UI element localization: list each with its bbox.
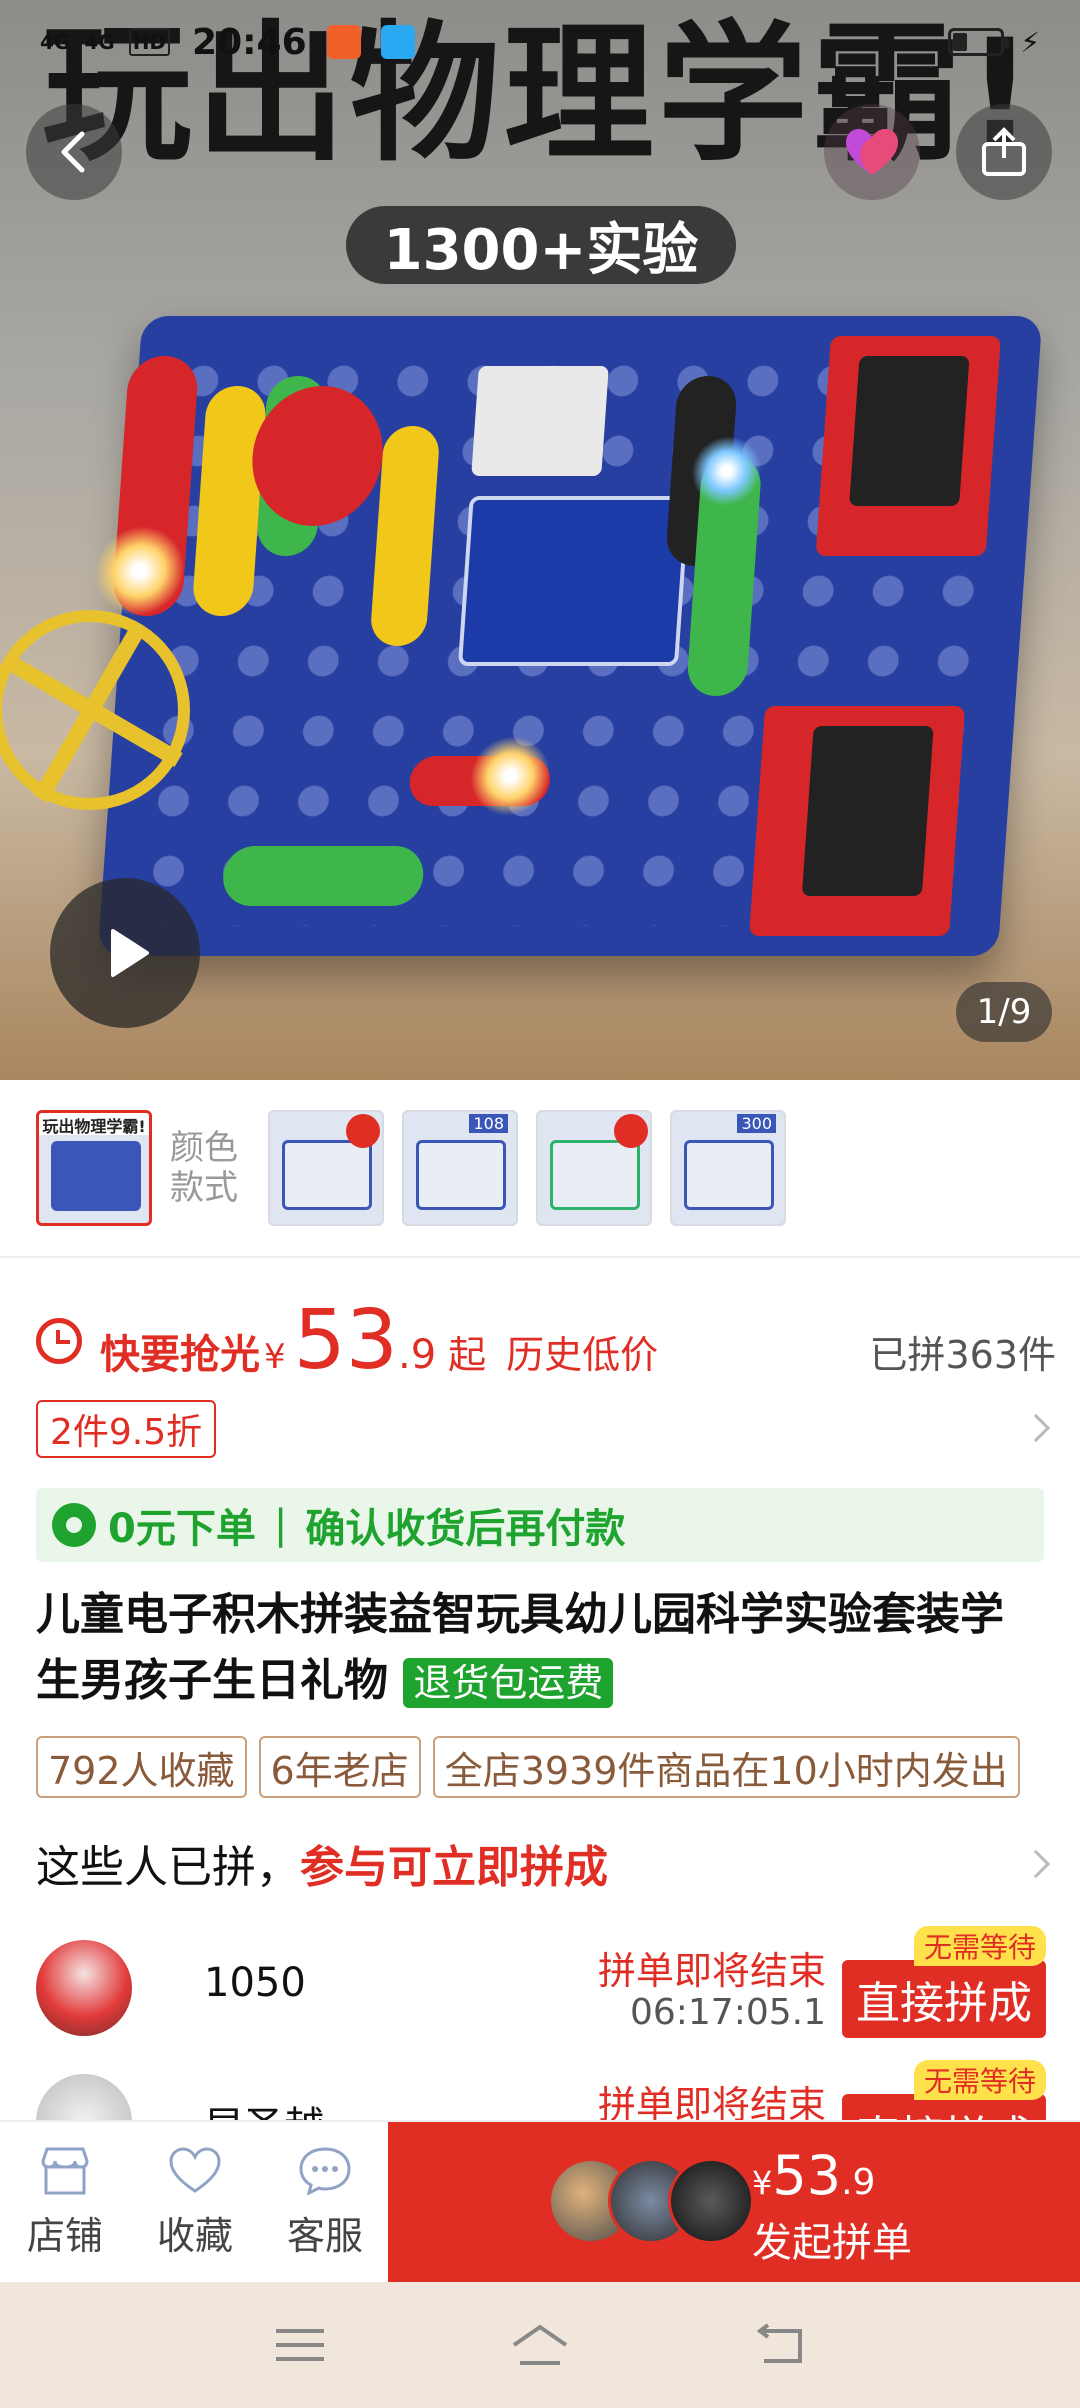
color-style-text: 颜色 款式	[170, 1128, 238, 1208]
thumbnail-count: 300	[737, 1114, 776, 1133]
group-buy-row: 1050 拼单即将结束 06:17:05.1 直接拼成 无需等待	[36, 1926, 1046, 2050]
back-nav-icon[interactable]	[750, 2323, 810, 2367]
no-wait-badge: 无需等待	[913, 1926, 1046, 1966]
favorite-button[interactable]	[824, 104, 920, 200]
group-buy-highlight: 参与可立即拼成	[300, 1842, 608, 1893]
image-pager: 1/9	[956, 982, 1052, 1042]
no-wait-badge: 无需等待	[913, 2060, 1046, 2100]
cta-integer: 53	[772, 2144, 842, 2207]
cta-label: 发起拼单	[752, 2220, 912, 2266]
notification-app-icon	[326, 25, 361, 59]
network-indicator-2: 4G	[84, 30, 115, 54]
price-currency: ¥	[264, 1337, 286, 1377]
free-return-tag: 退货包运费	[403, 1658, 614, 1708]
sku-thumbnail[interactable]: 玩出物理学霸!	[36, 1110, 152, 1226]
thumbnail-caption: 玩出物理学霸!	[39, 1113, 149, 1136]
product-page: 4G 4G HD 20:46 ⚡ 玩出物理学霸! 1300+实验 1/9 玩出物…	[0, 0, 1080, 2408]
cta-price: ¥53.9	[752, 2144, 875, 2207]
group-status: 拼单即将结束	[597, 1949, 826, 1993]
play-icon	[111, 929, 149, 977]
zero-order-label: 0元下单	[108, 1506, 256, 1552]
charging-icon: ⚡	[1020, 25, 1040, 59]
sku-thumbnail-strip: 玩出物理学霸! 颜色 款式 108 300	[0, 1080, 1080, 1258]
sold-count: 已拼363件	[869, 1333, 1056, 1377]
avatar	[36, 1940, 132, 2036]
divider: |	[273, 1502, 288, 1548]
heart-icon	[846, 129, 898, 175]
bottom-action-bar: 店铺 收藏 客服 ¥53.9 发起拼单	[0, 2120, 1080, 2282]
group-buy-header[interactable]: 这些人已拼， 参与可立即拼成	[36, 1828, 1046, 1898]
sku-thumbnail[interactable]	[536, 1110, 652, 1226]
price-integer: 53	[293, 1293, 398, 1388]
system-navigation-bar	[0, 2282, 1080, 2408]
cta-decimal: .9	[841, 2162, 876, 2203]
circuit-board-illustration	[91, 316, 1043, 956]
participant-avatars	[548, 2158, 754, 2244]
notification-app-icon	[380, 25, 415, 59]
hurry-label: 快要抢光	[100, 1332, 260, 1378]
product-image-carousel[interactable]: 4G 4G HD 20:46 ⚡ 玩出物理学霸! 1300+实验 1/9	[0, 0, 1080, 1080]
share-button[interactable]	[956, 104, 1052, 200]
shop-button[interactable]: 店铺	[0, 2122, 130, 2282]
color-style-label[interactable]: 颜色 款式	[170, 1128, 250, 1208]
zero-order-banner: 0元下单 | 确认收货后再付款	[36, 1488, 1044, 1562]
price-decimal: .9	[397, 1332, 437, 1378]
cta-currency: ¥	[752, 2164, 773, 2202]
sku-thumbnail[interactable]	[268, 1110, 384, 1226]
customer-service-button[interactable]: 客服	[260, 2122, 390, 2282]
group-countdown: 06:17:05.1	[629, 1992, 826, 2033]
group-buy-title: 这些人已拼，	[36, 1842, 300, 1893]
hero-badge: 1300+实验	[346, 206, 736, 284]
menu-icon[interactable]	[270, 2323, 330, 2367]
alarm-clock-icon	[36, 1318, 82, 1364]
heart-outline-icon	[169, 2146, 221, 2193]
back-button[interactable]	[26, 104, 122, 200]
sku-thumbnail[interactable]: 108	[402, 1110, 518, 1226]
favorites-chip: 792人收藏	[36, 1736, 247, 1798]
chat-bubble-icon	[299, 2146, 351, 2195]
avatar	[668, 2158, 754, 2244]
favorite-label: 收藏	[156, 2213, 233, 2258]
hd-indicator: HD	[128, 28, 171, 56]
clock: 20:46	[192, 21, 307, 63]
chevron-right-icon[interactable]	[1021, 1413, 1051, 1443]
sku-thumbnail[interactable]: 300	[670, 1110, 786, 1226]
thumbnail-count: 108	[469, 1114, 508, 1133]
pay-after-receipt-label: 确认收货后再付款	[305, 1506, 626, 1552]
hot-icon	[614, 1114, 648, 1148]
network-indicator-1: 4G	[40, 30, 71, 54]
historical-low-label: 历史低价	[506, 1333, 659, 1377]
badge-check-icon	[52, 1503, 96, 1547]
favorite-item-button[interactable]: 收藏	[130, 2122, 260, 2282]
home-icon[interactable]	[510, 2323, 570, 2367]
group-user-name: 1050	[204, 1960, 306, 2006]
price-row: 快要抢光 ¥ 53 .9 起 历史低价 已拼363件	[36, 1296, 1056, 1386]
play-video-button[interactable]	[50, 878, 200, 1028]
store-icon	[41, 2147, 89, 2194]
battery-icon	[948, 28, 1010, 56]
service-label: 客服	[286, 2213, 363, 2258]
chevron-left-icon	[61, 131, 85, 173]
start-group-buy-button[interactable]: ¥53.9 发起拼单	[388, 2122, 1080, 2282]
hot-icon	[346, 1114, 380, 1148]
store-age-chip: 6年老店	[258, 1736, 421, 1798]
shop-label: 店铺	[26, 2213, 103, 2258]
status-bar: 4G 4G HD 20:46 ⚡	[0, 0, 1080, 84]
shipping-speed-chip: 全店3939件商品在10小时内发出	[432, 1736, 1020, 1798]
product-title: 儿童电子积木拼装益智玩具幼儿园科学实验套装学生男孩子生日礼物 退货包运费	[36, 1582, 1046, 1714]
join-group-button[interactable]: 直接拼成	[842, 1960, 1046, 2038]
share-icon	[982, 127, 1026, 176]
discount-badge[interactable]: 2件9.5折	[36, 1400, 217, 1458]
price-from-label: 起	[448, 1333, 487, 1377]
store-highlights: 792人收藏 6年老店 全店3939件商品在10小时内发出	[36, 1736, 1020, 1798]
